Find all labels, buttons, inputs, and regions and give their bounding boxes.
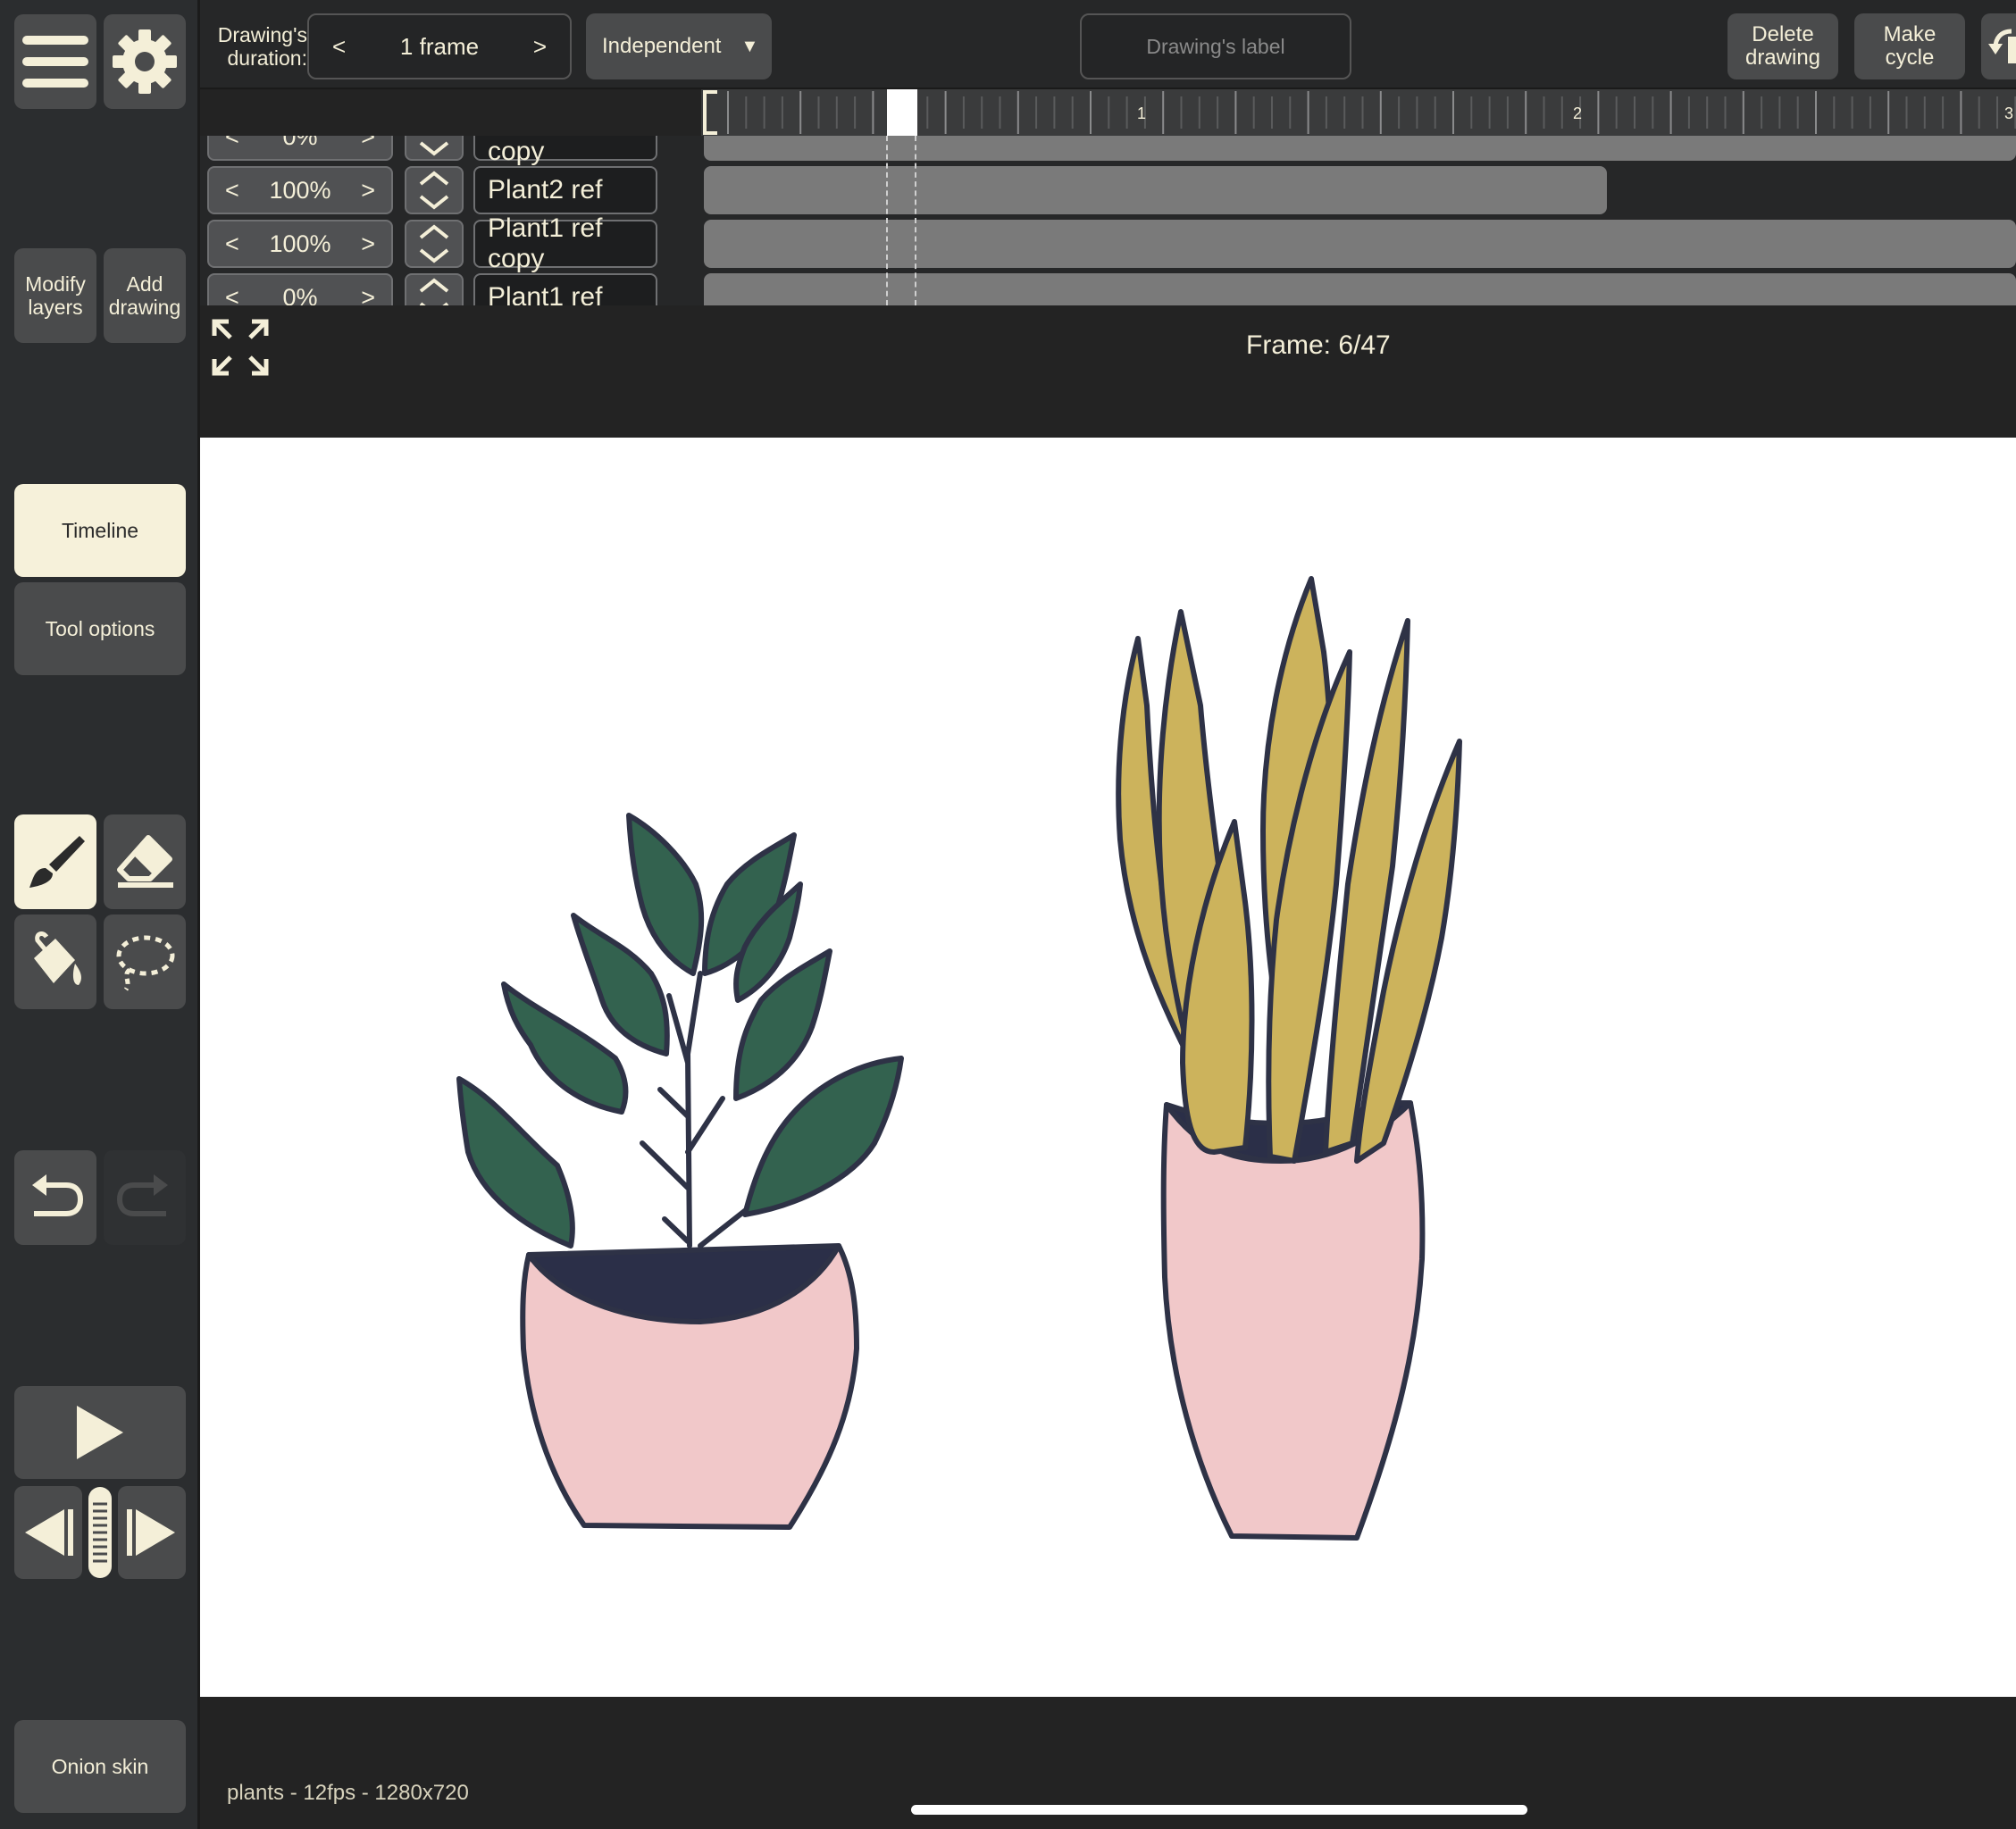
duration-prev-button[interactable]: < — [332, 33, 346, 61]
drawing-canvas[interactable] — [200, 438, 2016, 1697]
opacity-value: 0% — [282, 283, 318, 306]
fullscreen-button[interactable] — [211, 318, 270, 381]
frame-counter: Frame: 6/47 — [1246, 330, 1391, 360]
playhead-line-right — [915, 136, 916, 305]
undo-icon — [27, 1173, 84, 1223]
layer-name[interactable]: Plant2 ref — [473, 166, 657, 214]
layer-opacity-stepper[interactable]: < 0% > — [207, 273, 393, 305]
settings-button[interactable] — [104, 14, 186, 109]
make-cycle-button[interactable]: Make cycle — [1854, 13, 1965, 79]
eraser-tool-button[interactable] — [104, 814, 186, 909]
fill-tool-button[interactable] — [14, 914, 96, 1009]
redo-button[interactable] — [104, 1150, 186, 1245]
layer-name[interactable]: Plant1 ref copy — [473, 213, 657, 273]
layer-row[interactable]: < 100% > Plant2 ref — [200, 164, 2016, 216]
play-icon — [75, 1404, 125, 1461]
opacity-next-button[interactable]: > — [361, 230, 375, 258]
opacity-next-button[interactable]: > — [361, 284, 375, 306]
mode-dropdown[interactable]: Independent ▼ — [586, 13, 772, 79]
step-forward-icon — [125, 1507, 179, 1558]
up-down-chevron-icon — [419, 171, 449, 210]
playhead-line-left — [886, 136, 888, 305]
layer-reorder-button[interactable] — [405, 220, 464, 268]
layer-opacity-stepper[interactable]: < 100% > — [207, 220, 393, 268]
opacity-value: 0% — [282, 136, 318, 150]
opacity-prev-button[interactable]: < — [225, 230, 239, 258]
brush-icon — [26, 832, 85, 891]
lasso-icon — [113, 932, 176, 991]
layer-reorder-button[interactable] — [405, 136, 464, 161]
opacity-prev-button[interactable]: < — [225, 177, 239, 205]
ruler-mark-3: 3 — [2004, 104, 2013, 122]
opacity-prev-button[interactable]: < — [225, 136, 239, 151]
up-down-chevron-icon — [419, 224, 449, 263]
add-drawing-button[interactable]: Add drawing — [104, 248, 186, 343]
mode-value: Independent — [602, 34, 722, 58]
lasso-tool-button[interactable] — [104, 914, 186, 1009]
onion-skin-button[interactable]: Onion skin — [14, 1720, 186, 1813]
rotate-button[interactable] — [1981, 13, 2016, 79]
up-down-chevron-icon — [419, 278, 449, 305]
duration-stepper: < 1 frame > — [307, 13, 572, 79]
layers-panel: < 0% > Plant2 ref copy < 100% > Plant2 r… — [200, 136, 2016, 305]
layer-name[interactable]: Plant1 ref — [473, 273, 657, 305]
plants-artwork — [456, 576, 1462, 1541]
hamburger-icon — [22, 34, 88, 89]
opacity-next-button[interactable]: > — [361, 177, 375, 205]
duration-value: 1 frame — [399, 32, 480, 60]
timeline-button[interactable]: Timeline — [14, 484, 186, 577]
layer-row[interactable]: < 0% > Plant1 ref — [200, 271, 2016, 305]
undo-button[interactable] — [14, 1150, 96, 1245]
layer-track-bar[interactable] — [704, 166, 1607, 214]
drawing-label-input[interactable]: Drawing's label — [1080, 13, 1351, 79]
frame-scrubber[interactable] — [86, 1486, 114, 1579]
modify-layers-button[interactable]: Modify layers — [14, 248, 96, 343]
opacity-value: 100% — [269, 230, 331, 257]
brush-tool-button[interactable] — [14, 814, 96, 909]
layer-track-bar[interactable] — [704, 136, 2016, 161]
step-back-icon — [21, 1507, 75, 1558]
rotate-icon — [1988, 24, 2016, 69]
paint-bucket-icon — [25, 931, 86, 992]
duration-next-button[interactable]: > — [533, 33, 547, 61]
menu-button[interactable] — [14, 14, 96, 109]
opacity-next-button[interactable]: > — [361, 136, 375, 151]
next-frame-button[interactable] — [118, 1486, 186, 1579]
scrubber-handle-icon — [88, 1486, 113, 1579]
ruler-mark-1: 1 — [1137, 104, 1146, 122]
layer-track-bar[interactable] — [704, 273, 2016, 305]
eraser-icon — [114, 834, 175, 889]
ruler-mark-2: 2 — [1573, 104, 1582, 122]
layer-name[interactable]: Plant2 ref copy — [473, 136, 657, 166]
layer-row[interactable]: < 0% > Plant2 ref copy — [200, 136, 2016, 166]
toolbar: Drawing's duration: < 1 frame > Independ… — [200, 0, 2016, 89]
tool-options-button[interactable]: Tool options — [14, 582, 186, 675]
layer-opacity-stepper[interactable]: < 0% > — [207, 136, 393, 161]
previous-frame-button[interactable] — [14, 1486, 82, 1579]
layer-reorder-button[interactable] — [405, 166, 464, 214]
sidebar: Modify layers Add drawing Timeline Tool … — [0, 0, 200, 1829]
expand-icon — [211, 319, 270, 380]
timeline-ruler[interactable]: 1 2 3 — [701, 89, 2016, 136]
layer-row[interactable]: < 100% > Plant1 ref copy — [200, 213, 2016, 273]
opacity-prev-button[interactable]: < — [225, 284, 239, 306]
layer-opacity-stepper[interactable]: < 100% > — [207, 166, 393, 214]
gear-icon — [112, 29, 178, 95]
delete-drawing-button[interactable]: Delete drawing — [1727, 13, 1838, 79]
duration-label: Drawing's duration: — [217, 23, 307, 70]
layer-track-bar[interactable] — [704, 220, 2016, 268]
layer-reorder-button[interactable] — [405, 273, 464, 305]
ruler-ticks: 1 2 3 — [701, 89, 2016, 136]
project-info: plants - 12fps - 1280x720 — [227, 1781, 469, 1805]
redo-icon — [116, 1173, 173, 1223]
chevron-down-icon: ▼ — [740, 37, 759, 56]
play-button[interactable] — [14, 1386, 186, 1479]
up-down-chevron-icon — [419, 141, 449, 156]
opacity-value: 100% — [269, 176, 331, 204]
home-indicator[interactable] — [911, 1805, 1527, 1815]
